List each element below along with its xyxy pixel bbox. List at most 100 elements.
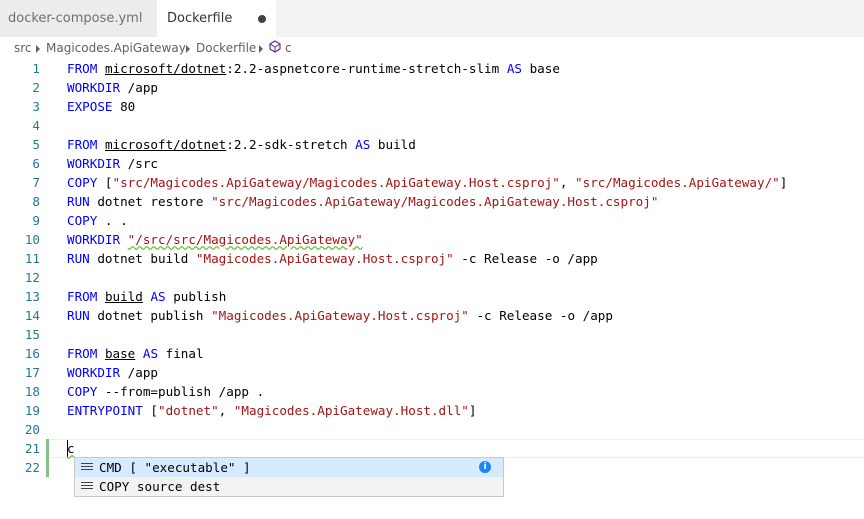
code-line[interactable]: 6 WORKDIR /src — [0, 154, 864, 173]
line-code: COPY --from=publish /app . — [67, 382, 264, 401]
code-line[interactable]: 17 WORKDIR /app — [0, 363, 864, 382]
line-code: COPY . . — [67, 211, 128, 230]
code-line[interactable]: 13 FROM build AS publish — [0, 287, 864, 306]
code-token: "dotnet" — [158, 403, 219, 418]
code-line[interactable]: 20 — [0, 420, 864, 439]
breadcrumb-item-symbol[interactable]: c — [285, 41, 292, 55]
line-code: WORKDIR /src — [67, 154, 158, 173]
tab-label: Dockerfile — [167, 11, 233, 26]
chevron-right-icon — [36, 45, 40, 53]
line-number: 16 — [24, 346, 40, 361]
line-number: 5 — [32, 137, 40, 152]
line-number: 12 — [24, 270, 40, 285]
code-line[interactable]: 19 ENTRYPOINT ["dotnet", "Magicodes.ApiGa… — [0, 401, 864, 420]
line-code: FROM microsoft/dotnet:2.2-sdk-stretch AS… — [67, 135, 416, 154]
code-line[interactable]: 8 RUN dotnet restore "src/Magicodes.ApiGa… — [0, 192, 864, 211]
line-number: 11 — [24, 251, 40, 266]
unsaved-dot-icon[interactable] — [258, 15, 266, 23]
code-token: ] — [468, 403, 477, 418]
code-token: build — [104, 289, 143, 304]
suggestion-label: CMD [ "executable" ] — [99, 460, 251, 475]
code-token: [ — [97, 175, 113, 190]
code-line[interactable]: 9 COPY . . — [0, 211, 864, 230]
line-number: 17 — [24, 365, 40, 380]
code-token: microsoft/dotnet — [104, 137, 227, 152]
breadcrumb-item-folder[interactable]: Magicodes.ApiGateway — [46, 41, 186, 55]
code-token: "src/Magicodes.ApiGateway/Magicodes.ApiG… — [112, 175, 560, 190]
code-token: AS — [506, 61, 522, 76]
code-line[interactable]: 11 RUN dotnet build "Magicodes.ApiGateway… — [0, 249, 864, 268]
chevron-right-icon — [259, 45, 263, 53]
code-token: WORKDIR — [67, 232, 121, 247]
tab-dockerfile[interactable]: Dockerfile — [157, 0, 276, 37]
line-code: RUN dotnet build "Magicodes.ApiGateway.H… — [67, 249, 598, 268]
suggestion-widget: CMD [ "executable" ] i COPY source dest — [74, 457, 504, 497]
code-token: AS — [150, 289, 166, 304]
code-line[interactable]: 3 EXPOSE 80 — [0, 97, 864, 116]
code-token: --from=publish /app . — [97, 384, 265, 399]
code-line[interactable]: 7 COPY ["src/Magicodes.ApiGateway/Magicod… — [0, 173, 864, 192]
line-number: 14 — [24, 308, 40, 323]
code-line[interactable]: 15 — [0, 325, 864, 344]
code-token: RUN — [67, 251, 90, 266]
line-number: 2 — [32, 80, 40, 95]
line-number: 10 — [24, 232, 40, 247]
code-line[interactable]: 16 FROM base AS final — [0, 344, 864, 363]
code-token: "Magicodes.ApiGateway.Host.csproj" — [211, 308, 469, 323]
code-token: "Magicodes.ApiGateway.Host.dll" — [233, 403, 469, 418]
code-line[interactable]: 21 c — [0, 439, 864, 458]
code-line[interactable]: 18 COPY --from=publish /app . — [0, 382, 864, 401]
code-token: /app — [120, 80, 158, 95]
info-icon[interactable]: i — [479, 461, 491, 473]
line-number: 13 — [24, 289, 40, 304]
breadcrumb-item-src[interactable]: src — [14, 41, 32, 55]
code-token: AS — [355, 137, 371, 152]
code-line[interactable]: 2 WORKDIR /app — [0, 78, 864, 97]
code-line[interactable]: 10 WORKDIR "/src/src/Magicodes.ApiGateway… — [0, 230, 864, 249]
code-line[interactable]: 5 FROM microsoft/dotnet:2.2-sdk-stretch A… — [0, 135, 864, 154]
code-token: EXPOSE — [67, 99, 113, 114]
code-token: microsoft/dotnet — [104, 61, 227, 76]
line-number: 8 — [32, 194, 40, 209]
code-token: build — [370, 137, 416, 152]
code-token: :2.2-aspnetcore-runtime-stretch-slim — [226, 61, 507, 76]
line-code: RUN dotnet restore "src/Magicodes.ApiGat… — [67, 192, 658, 211]
suggestion-item-copy[interactable]: COPY source dest — [75, 477, 503, 496]
code-line[interactable]: 4 — [0, 116, 864, 135]
code-line[interactable]: 1 FROM microsoft/dotnet:2.2-aspnetcore-ru… — [0, 59, 864, 78]
tab-docker-compose[interactable]: docker-compose.yml — [0, 0, 157, 37]
code-token: -c Release -o /app — [468, 308, 613, 323]
code-token: ] — [779, 175, 788, 190]
code-token: COPY — [67, 384, 98, 399]
code-token: c — [67, 441, 75, 456]
code-line[interactable]: 14 RUN dotnet publish "Magicodes.ApiGatew… — [0, 306, 864, 325]
code-token: RUN — [67, 308, 90, 323]
line-number: 19 — [24, 403, 40, 418]
line-number: 9 — [32, 213, 40, 228]
line-code: FROM microsoft/dotnet:2.2-aspnetcore-run… — [67, 59, 560, 78]
chevron-right-icon — [186, 45, 190, 53]
code-token: base — [521, 61, 560, 76]
code-token: AS — [142, 346, 159, 361]
line-number: 3 — [32, 99, 40, 114]
code-token: WORKDIR — [67, 156, 121, 171]
code-token: [ — [142, 403, 158, 418]
line-code: c — [67, 439, 75, 458]
suggestion-item-cmd[interactable]: CMD [ "executable" ] i — [75, 458, 503, 477]
line-number: 22 — [24, 460, 40, 475]
line-number: 6 — [32, 156, 40, 171]
line-number: 7 — [32, 175, 40, 190]
line-number: 15 — [24, 327, 40, 342]
breadcrumb-item-file[interactable]: Dockerfile — [196, 41, 256, 55]
snippet-icon — [81, 482, 93, 491]
code-token: "Magicodes.ApiGateway.Host.csproj" — [195, 251, 454, 266]
code-token: FROM — [67, 61, 98, 76]
code-line[interactable]: 12 — [0, 268, 864, 287]
code-editor[interactable]: 1 FROM microsoft/dotnet:2.2-aspnetcore-ru… — [0, 59, 864, 519]
line-number: 20 — [24, 422, 40, 437]
